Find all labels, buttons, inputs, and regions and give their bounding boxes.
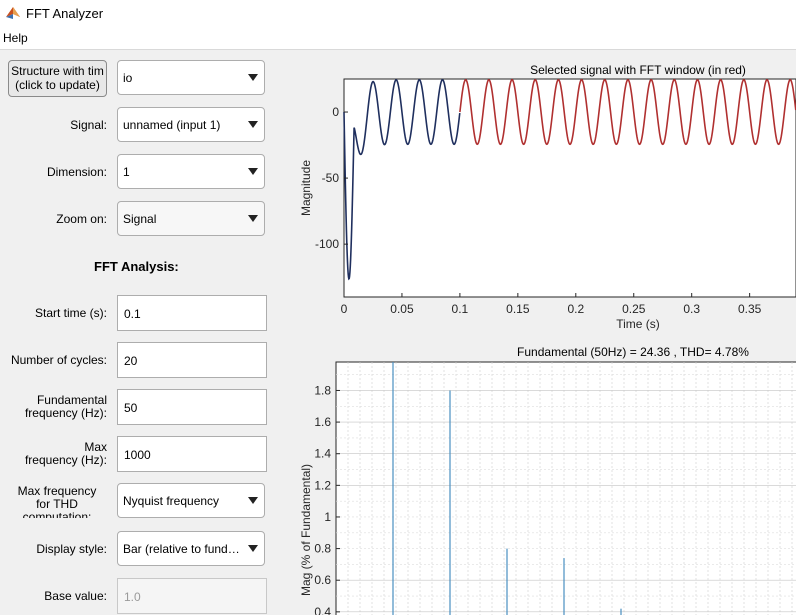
- update-button-line2: (click to update): [15, 78, 100, 92]
- signal-label: Signal:: [70, 118, 107, 132]
- title-bar: FFT Analyzer: [0, 0, 796, 28]
- fft-analysis-heading: FFT Analysis:: [94, 259, 179, 274]
- x-tick-label: 0.2: [567, 302, 584, 316]
- zoom-dropdown[interactable]: Signal: [117, 201, 265, 236]
- chevron-down-icon: [248, 121, 258, 128]
- signal-plot-area: [343, 78, 796, 298]
- chevron-down-icon: [248, 497, 258, 504]
- chevron-down-icon: [248, 74, 258, 81]
- thd-label-line3: computation:: [22, 510, 92, 519]
- fundamental-frequency-label: Fundamental frequency (Hz):: [25, 394, 107, 420]
- cycles-label: Number of cycles:: [10, 353, 107, 367]
- signal-dropdown[interactable]: unnamed (input 1): [117, 107, 265, 142]
- fft-y-tick-label: 1: [324, 510, 331, 524]
- y-tick-label: 0: [332, 105, 339, 119]
- max-frequency-field[interactable]: 1000: [117, 436, 267, 472]
- max-frequency-label-line1: Max: [84, 440, 107, 454]
- max-frequency-label: Max frequency (Hz):: [25, 441, 107, 467]
- dimension-dropdown-value: 1: [123, 165, 130, 179]
- x-tick-label: 0.05: [390, 302, 414, 316]
- start-time-label: Start time (s):: [34, 306, 107, 320]
- fft-y-tick-label: 1.6: [314, 415, 331, 429]
- fft-y-tick-label: 0.8: [314, 542, 331, 556]
- update-structure-button[interactable]: Structure with tim (click to update): [8, 60, 107, 97]
- fundamental-label-line2: frequency (Hz):: [24, 406, 107, 420]
- y-tick-label: -100: [315, 237, 339, 251]
- signal-dropdown-value: unnamed (input 1): [123, 118, 221, 132]
- fft-chart-title: Fundamental (50Hz) = 24.36 , THD= 4.78%: [517, 345, 749, 359]
- menu-bar: Help: [0, 28, 796, 50]
- signal-chart-title: Selected signal with FFT window (in red): [530, 63, 746, 77]
- max-frequency-value: 1000: [124, 448, 151, 462]
- update-button-line1: Structure with tim: [11, 64, 104, 78]
- chevron-down-icon: [248, 545, 258, 552]
- window-title: FFT Analyzer: [26, 6, 104, 21]
- signal-series-line-2: [459, 78, 796, 146]
- y-tick-label: -50: [322, 171, 340, 185]
- fft-plot-area: [335, 361, 796, 615]
- x-tick-label: 0.25: [622, 302, 646, 316]
- x-tick-label: 0: [341, 302, 348, 316]
- fft-y-tick-label: 0.4: [314, 605, 331, 615]
- base-value-value: 1.0: [124, 590, 141, 604]
- dimension-label: Dimension:: [46, 165, 107, 179]
- chevron-down-icon: [248, 215, 258, 222]
- fundamental-frequency-field[interactable]: 50: [117, 389, 267, 425]
- dimension-dropdown[interactable]: 1: [117, 154, 265, 189]
- fundamental-label-line1: Fundamental: [36, 393, 107, 407]
- base-value-field: 1.0: [117, 578, 267, 614]
- signal-series-line-1: [343, 78, 461, 281]
- display-style-dropdown[interactable]: Bar (relative to fund…: [117, 531, 265, 566]
- cycles-value: 20: [124, 354, 138, 368]
- start-time-value: 0.1: [124, 307, 141, 321]
- x-tick-label: 0.35: [738, 302, 762, 316]
- fft-y-tick-label: 1.2: [314, 478, 331, 492]
- fundamental-frequency-value: 50: [124, 401, 138, 415]
- zoom-dropdown-value: Signal: [123, 212, 157, 226]
- signal-y-axis-label: Magnitude: [299, 160, 313, 216]
- zoom-label: Zoom on:: [56, 212, 107, 226]
- structure-dropdown-value: io: [123, 71, 133, 85]
- fft-y-tick-label: 1.4: [314, 447, 331, 461]
- fft-y-tick-label: 1.8: [314, 383, 331, 397]
- max-frequency-label-line2: frequency (Hz):: [24, 453, 107, 467]
- menu-help[interactable]: Help: [3, 31, 28, 45]
- thd-frequency-dropdown-value: Nyquist frequency: [123, 494, 220, 508]
- matlab-app-icon: [6, 7, 20, 19]
- chevron-down-icon: [248, 168, 258, 175]
- fft-y-axis-label: Mag (% of Fundamental): [299, 464, 313, 596]
- thd-max-frequency-label: Max frequency for THD computation:: [7, 485, 107, 518]
- signal-x-axis-label: Time (s): [616, 317, 660, 331]
- x-tick-label: 0.3: [683, 302, 700, 316]
- display-style-label: Display style:: [36, 542, 107, 556]
- cycles-field[interactable]: 20: [117, 342, 267, 378]
- x-tick-label: 0.15: [506, 302, 530, 316]
- x-tick-label: 0.1: [452, 302, 469, 316]
- start-time-field[interactable]: 0.1: [117, 295, 267, 331]
- base-value-label: Base value:: [44, 589, 107, 603]
- structure-dropdown[interactable]: io: [117, 60, 265, 95]
- thd-label-line2: for THD: [36, 497, 78, 511]
- display-style-dropdown-value: Bar (relative to fund…: [123, 542, 240, 556]
- fft-y-tick-label: 0.6: [314, 573, 331, 587]
- thd-frequency-dropdown[interactable]: Nyquist frequency: [117, 483, 265, 518]
